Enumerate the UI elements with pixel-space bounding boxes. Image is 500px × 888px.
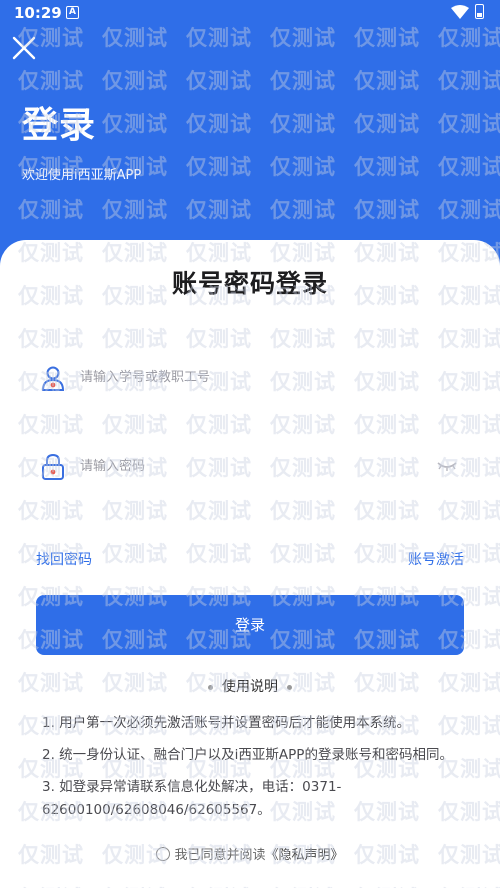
username-field[interactable]: 请输入学号或教职工号 bbox=[36, 358, 466, 398]
card-title: 账号密码登录 bbox=[171, 269, 328, 298]
activate-account-link[interactable]: 账号激活 bbox=[408, 549, 464, 569]
watermark-text: 仅测试 bbox=[102, 112, 168, 136]
lock-icon bbox=[42, 453, 64, 480]
watermark-text: 仅测试 bbox=[270, 155, 336, 179]
watermark-text: 仅测试 bbox=[102, 69, 168, 93]
password-field[interactable]: 请输入密码 bbox=[36, 447, 466, 487]
welcome-subtitle: 欢迎使用i西亚斯APP bbox=[22, 168, 142, 183]
eye-closed-icon[interactable] bbox=[436, 459, 458, 473]
watermark-text: 仅测试 bbox=[270, 26, 336, 50]
watermark-text: 仅测试 bbox=[354, 198, 420, 222]
watermark-text: 仅测试 bbox=[438, 112, 500, 136]
status-bar: 10:29 A bbox=[0, 0, 500, 26]
watermark-text: 仅测试 bbox=[270, 198, 336, 222]
username-input[interactable]: 请输入学号或教职工号 bbox=[80, 366, 210, 385]
close-icon[interactable] bbox=[8, 32, 40, 64]
status-time: 10:29 bbox=[14, 4, 62, 22]
watermark-text: 仅测试 bbox=[186, 69, 252, 93]
watermark-text: 仅测试 bbox=[438, 69, 500, 93]
privacy-link[interactable]: 《隐私声明》 bbox=[266, 848, 344, 863]
usage-note: 3. 如登录异常请联系信息化处解决，电话：0371-62600100/62608… bbox=[42, 779, 342, 818]
login-card: 账号密码登录 请输入学号或教职工号 请输入密码 找回密码 账号激活 登录 使用说… bbox=[0, 240, 500, 888]
usage-title-text: 使用说明 bbox=[222, 679, 278, 695]
wifi-icon bbox=[451, 5, 469, 19]
watermark-text: 仅测试 bbox=[186, 155, 252, 179]
usage-note: 1. 用户第一次必须先激活账号并设置密码后才能使用本系统。 bbox=[42, 715, 411, 731]
watermark-text: 仅测试 bbox=[18, 198, 84, 222]
agree-text: 我已同意并阅读 bbox=[174, 848, 266, 863]
watermark-text: 仅测试 bbox=[186, 26, 252, 50]
login-button[interactable]: 登录 bbox=[36, 595, 464, 655]
dot-icon bbox=[208, 684, 213, 690]
watermark-text: 仅测试 bbox=[354, 155, 420, 179]
usage-note: 2. 统一身份认证、融合门户以及i西亚斯APP的登录账号和密码相同。 bbox=[42, 747, 453, 763]
notification-icon: A bbox=[66, 6, 79, 19]
watermark-text: 仅测试 bbox=[186, 198, 252, 222]
watermark-text: 仅测试 bbox=[102, 198, 168, 222]
watermark-text: 仅测试 bbox=[270, 112, 336, 136]
page-title: 登录 bbox=[22, 105, 97, 146]
usage-notes: 1. 用户第一次必须先激活账号并设置密码后才能使用本系统。 2. 统一身份认证、… bbox=[42, 712, 460, 831]
agree-checkbox[interactable] bbox=[156, 847, 171, 861]
watermark-text: 仅测试 bbox=[354, 69, 420, 93]
battery-icon bbox=[475, 4, 484, 19]
watermark-text: 仅测试 bbox=[18, 69, 84, 93]
watermark-text: 仅测试 bbox=[438, 198, 500, 222]
watermark-text: 仅测试 bbox=[438, 26, 500, 50]
user-icon bbox=[41, 366, 65, 391]
agreement-row: 我已同意并阅读《隐私声明》 bbox=[0, 844, 500, 863]
watermark-text: 仅测试 bbox=[438, 155, 500, 179]
password-input[interactable]: 请输入密码 bbox=[80, 455, 145, 474]
watermark-text: 仅测试 bbox=[354, 26, 420, 50]
usage-section-title: 使用说明 bbox=[0, 676, 500, 696]
watermark-text: 仅测试 bbox=[102, 26, 168, 50]
watermark-text: 仅测试 bbox=[354, 112, 420, 136]
dot-icon bbox=[287, 684, 292, 690]
watermark-text: 仅测试 bbox=[270, 69, 336, 93]
watermark-text: 仅测试 bbox=[186, 112, 252, 136]
forgot-password-link[interactable]: 找回密码 bbox=[36, 549, 92, 569]
